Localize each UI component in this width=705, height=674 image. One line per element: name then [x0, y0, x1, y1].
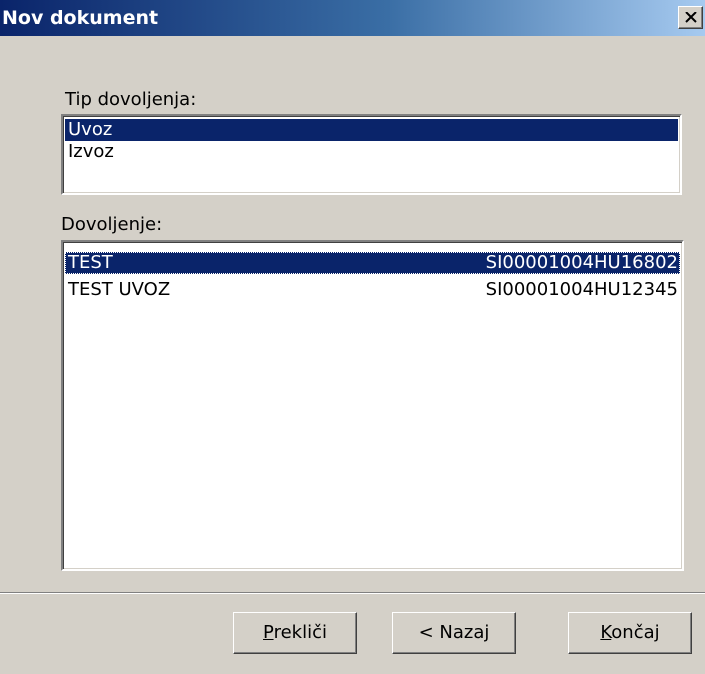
close-button[interactable] [678, 6, 703, 29]
finish-label: ončaj [611, 622, 660, 643]
permit-label: Dovoljenje: [61, 214, 163, 235]
permit-item-name: TEST UVOZ [68, 279, 171, 300]
permit-type-option-label: Izvoz [68, 141, 114, 162]
cancel-label: rekliči [273, 622, 327, 643]
permit-item-test[interactable]: TEST SI00001004HU16802 [65, 252, 680, 274]
finish-mnemonic: K [600, 622, 612, 643]
cancel-button[interactable]: Prekliči [233, 612, 357, 654]
close-icon [685, 12, 697, 23]
cancel-mnemonic: P [263, 622, 274, 643]
permit-type-listbox[interactable]: Uvoz Izvoz [61, 114, 682, 195]
permit-type-option-label: Uvoz [68, 119, 113, 140]
footer-separator [0, 592, 705, 594]
permit-item-test-uvoz[interactable]: TEST UVOZ SI00001004HU12345 [65, 279, 680, 301]
permit-type-label: Tip dovoljenja: [65, 89, 197, 110]
title-bar[interactable]: Nov dokument [0, 0, 705, 36]
permit-type-option-izvoz[interactable]: Izvoz [65, 141, 678, 163]
permit-listbox[interactable]: TEST SI00001004HU16802 TEST UVOZ SI00001… [61, 240, 684, 571]
new-document-dialog: Nov dokument Tip dovoljenja: Uvoz Izvoz … [0, 0, 705, 674]
permit-item-code: SI00001004HU16802 [485, 252, 678, 273]
permit-item-name: TEST [68, 252, 113, 273]
permit-type-option-uvoz[interactable]: Uvoz [65, 119, 678, 141]
permit-item-code: SI00001004HU12345 [485, 279, 678, 300]
back-button[interactable]: < Nazaj [392, 612, 516, 654]
back-label: < Nazaj [418, 622, 490, 643]
finish-button[interactable]: Končaj [568, 612, 692, 654]
window-title: Nov dokument [2, 7, 159, 29]
